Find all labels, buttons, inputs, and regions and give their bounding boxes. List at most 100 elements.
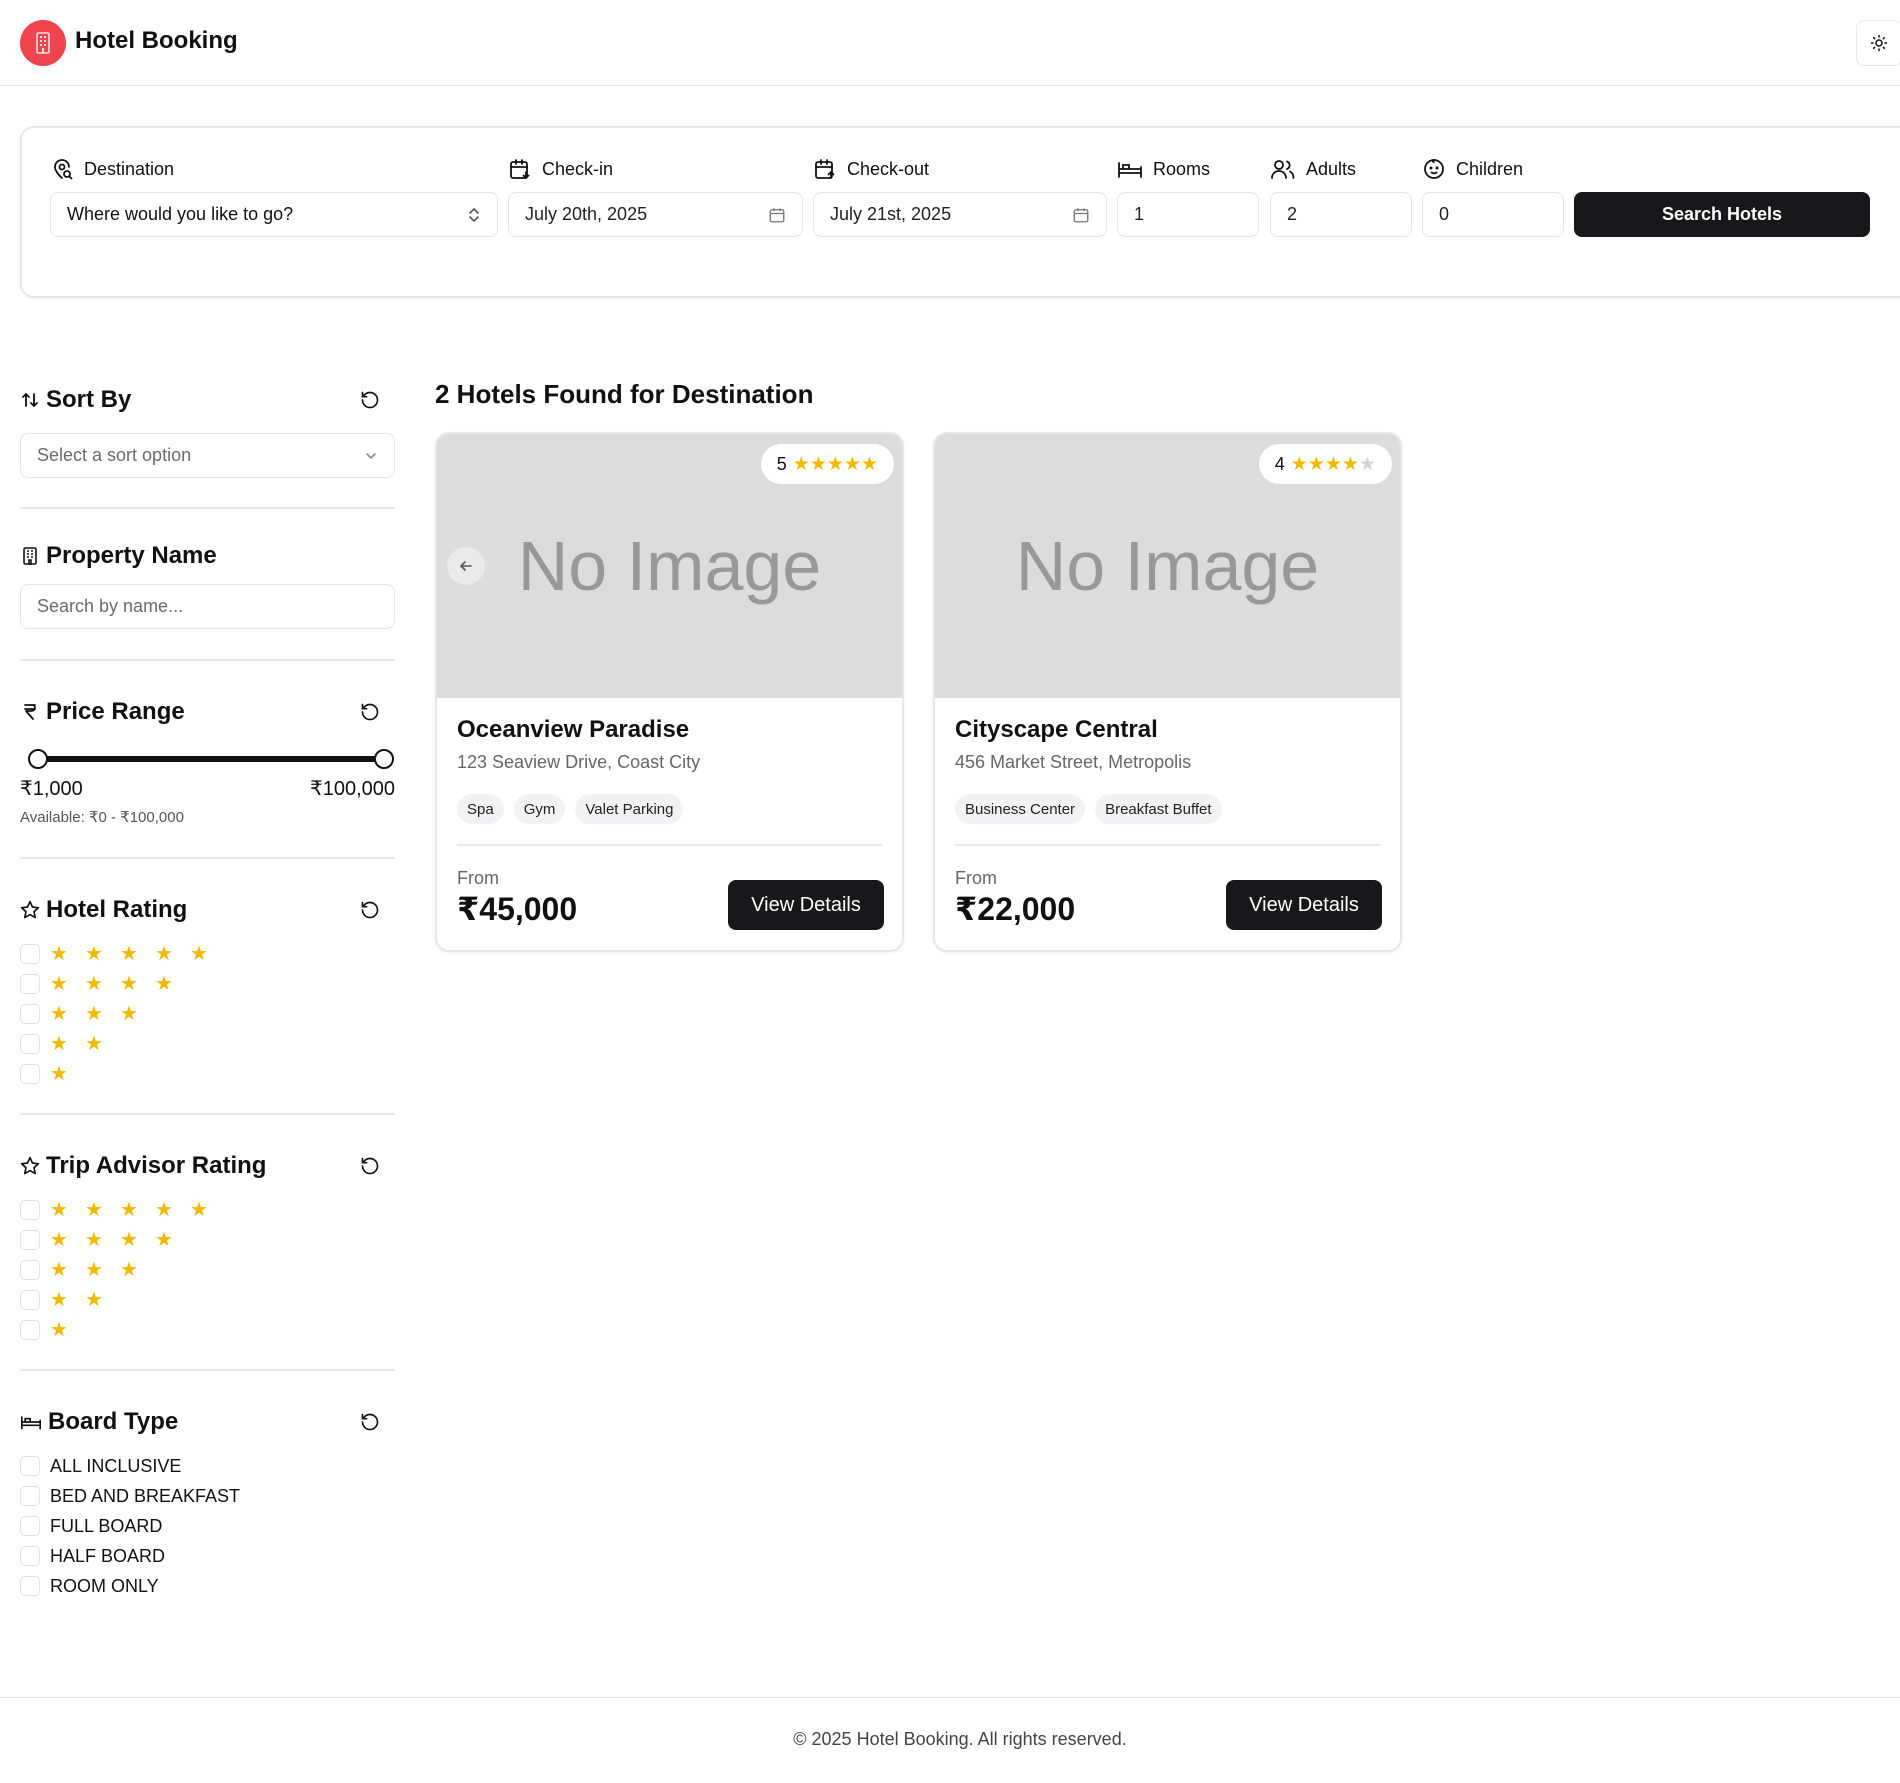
card-divider xyxy=(955,844,1380,846)
reset-trip-advisor-icon[interactable] xyxy=(358,1154,382,1178)
adults-input[interactable]: 2 xyxy=(1270,192,1412,237)
theme-toggle-button[interactable] xyxy=(1856,20,1900,66)
section-divider xyxy=(20,507,395,509)
star-icon: ★ xyxy=(50,1319,68,1341)
view-details-button[interactable]: View Details xyxy=(728,880,884,930)
price-slider-min-thumb[interactable] xyxy=(27,749,48,769)
price-max-label: ₹100,000 xyxy=(309,778,395,800)
board-type-option[interactable]: FULL BOARD xyxy=(20,1514,162,1538)
hotel-price: ₹22,000 xyxy=(955,891,1076,927)
checkbox[interactable] xyxy=(20,1546,40,1566)
star-icon: ★ xyxy=(155,973,173,995)
hotel-card[interactable]: No Image 5 ★★★★★ Oceanview Paradise 123 … xyxy=(435,432,904,952)
star-icon: ★ xyxy=(85,1033,103,1055)
rooms-input[interactable]: 1 xyxy=(1117,192,1259,237)
sort-select[interactable]: Select a sort option xyxy=(20,433,395,478)
hotel-rating-option-1[interactable]: ★ xyxy=(20,1062,85,1086)
results-title: 2 Hotels Found for Destination xyxy=(435,379,814,409)
trip-advisor-rating-option-4[interactable]: ★ ★ ★ ★ xyxy=(20,1228,190,1252)
amenity-list: Spa Gym Valet Parking xyxy=(457,794,684,824)
checkbox[interactable] xyxy=(20,944,40,964)
footer-copyright: © 2025 Hotel Booking. All rights reserve… xyxy=(793,1729,1127,1749)
star-outline-icon xyxy=(20,1156,40,1176)
checkout-value: July 21st, 2025 xyxy=(830,204,952,224)
star-filled-icon: ★ xyxy=(826,453,844,475)
star-icon: ★ xyxy=(120,973,138,995)
star-icon: ★ xyxy=(50,1003,68,1025)
star-icon: ★ xyxy=(50,1229,68,1251)
board-type-title: Board Type xyxy=(20,1408,178,1436)
checkbox[interactable] xyxy=(20,1456,40,1476)
board-type-option[interactable]: HALF BOARD xyxy=(20,1544,165,1568)
calendar-icon xyxy=(1072,206,1090,224)
sun-icon xyxy=(1870,34,1888,52)
star-icon: ★ xyxy=(50,1199,68,1221)
hotel-rating-option-2[interactable]: ★ ★ xyxy=(20,1032,120,1056)
arrow-up-down-icon xyxy=(20,390,40,410)
star-filled-icon: ★ xyxy=(1324,453,1342,475)
star-filled-icon: ★ xyxy=(792,453,810,475)
board-type-option[interactable]: ALL INCLUSIVE xyxy=(20,1454,181,1478)
star-icon: ★ xyxy=(85,1229,103,1251)
children-label: Children xyxy=(1422,157,1523,181)
card-divider xyxy=(457,844,882,846)
section-divider xyxy=(20,857,395,859)
top-header: Hotel Booking xyxy=(0,0,1900,86)
reset-sort-icon[interactable] xyxy=(358,388,382,412)
hotel-rating-option-3[interactable]: ★ ★ ★ xyxy=(20,1002,155,1026)
checkbox[interactable] xyxy=(20,1260,40,1280)
app-title: Hotel Booking xyxy=(75,27,238,54)
chevron-down-icon xyxy=(364,451,378,461)
bed-icon xyxy=(20,1412,42,1432)
star-filled-icon: ★ xyxy=(1290,453,1308,475)
checkin-label: Check-in xyxy=(508,157,613,181)
calendar-icon xyxy=(768,206,786,224)
calendar-arrow-down-icon xyxy=(508,157,532,181)
star-icon: ★ xyxy=(190,943,208,965)
board-type-option[interactable]: ROOM ONLY xyxy=(20,1574,159,1598)
hotel-name: Oceanview Paradise xyxy=(457,716,690,743)
checkbox[interactable] xyxy=(20,1230,40,1250)
checkout-label: Check-out xyxy=(813,157,929,181)
from-label: From xyxy=(457,868,499,888)
arrow-left-icon[interactable] xyxy=(447,547,485,585)
property-name-input[interactable]: Search by name... xyxy=(20,584,395,629)
star-filled-icon: ★ xyxy=(860,453,878,475)
checkbox[interactable] xyxy=(20,1200,40,1220)
trip-advisor-rating-option-3[interactable]: ★ ★ ★ xyxy=(20,1258,155,1282)
checkbox[interactable] xyxy=(20,1034,40,1054)
search-hotels-button[interactable]: Search Hotels xyxy=(1574,192,1870,237)
price-slider-max-thumb[interactable] xyxy=(374,749,394,769)
checkbox[interactable] xyxy=(20,1290,40,1310)
hotel-card[interactable]: No Image 4 ★★★★★ Cityscape Central 456 M… xyxy=(933,432,1402,952)
destination-label: Destination xyxy=(50,157,174,181)
destination-select[interactable]: Where would you like to go? xyxy=(50,192,498,237)
hotel-rating-title: Hotel Rating xyxy=(20,896,187,924)
checkbox[interactable] xyxy=(20,1064,40,1084)
trip-advisor-rating-option-5[interactable]: ★ ★ ★ ★ ★ xyxy=(20,1198,225,1222)
checkout-date-picker[interactable]: July 21st, 2025 xyxy=(813,192,1107,237)
checkbox[interactable] xyxy=(20,1516,40,1536)
checkbox[interactable] xyxy=(20,974,40,994)
children-input[interactable]: 0 xyxy=(1422,192,1564,237)
reset-hotel-rating-icon[interactable] xyxy=(358,898,382,922)
board-type-label: ALL INCLUSIVE xyxy=(50,1455,182,1476)
checkbox[interactable] xyxy=(20,1004,40,1024)
board-type-option[interactable]: BED AND BREAKFAST xyxy=(20,1484,240,1508)
star-icon: ★ xyxy=(50,1289,68,1311)
view-details-button[interactable]: View Details xyxy=(1226,880,1382,930)
checkbox[interactable] xyxy=(20,1320,40,1340)
checkbox[interactable] xyxy=(20,1576,40,1596)
hotel-rating-option-4[interactable]: ★ ★ ★ ★ xyxy=(20,972,190,996)
trip-advisor-rating-option-1[interactable]: ★ xyxy=(20,1318,85,1342)
hotel-rating-option-5[interactable]: ★ ★ ★ ★ ★ xyxy=(20,942,225,966)
baby-icon xyxy=(1422,157,1446,181)
star-icon: ★ xyxy=(155,1229,173,1251)
calendar-arrow-up-icon xyxy=(813,157,837,181)
trip-advisor-rating-option-2[interactable]: ★ ★ xyxy=(20,1288,120,1312)
section-divider xyxy=(20,659,395,661)
checkbox[interactable] xyxy=(20,1486,40,1506)
reset-board-type-icon[interactable] xyxy=(358,1410,382,1434)
reset-price-icon[interactable] xyxy=(358,700,382,724)
checkin-date-picker[interactable]: July 20th, 2025 xyxy=(508,192,803,237)
